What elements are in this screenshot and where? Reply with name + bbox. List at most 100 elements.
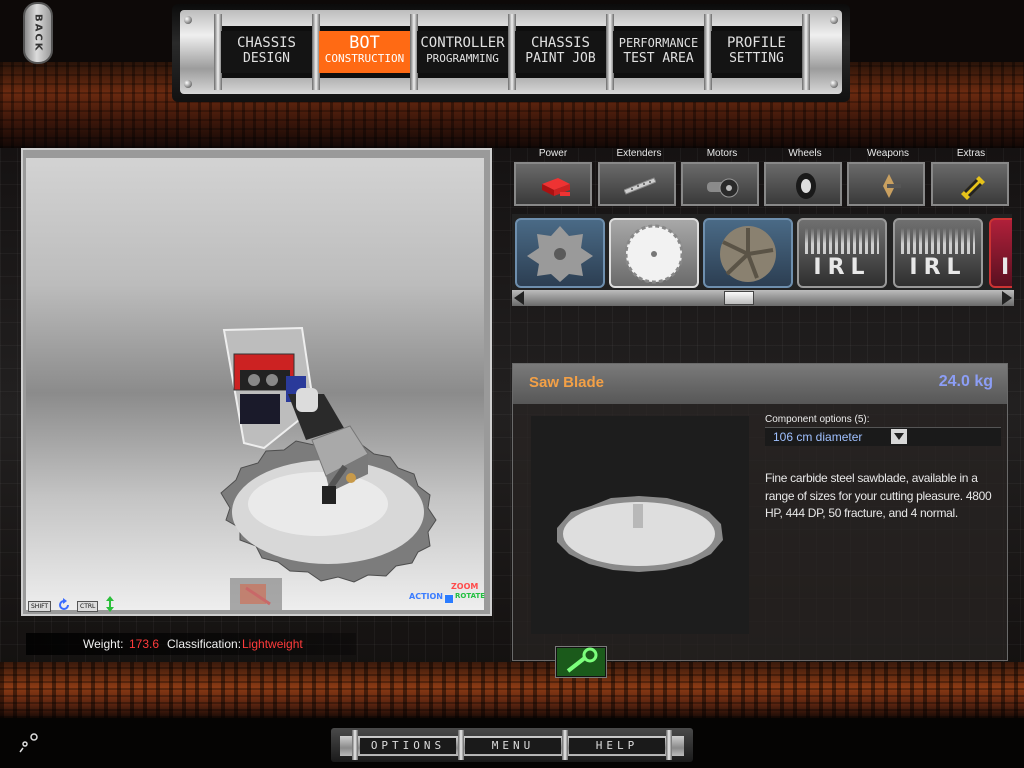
extras-icon [961, 176, 985, 200]
motor-icon [707, 178, 739, 198]
category-power-button[interactable] [514, 162, 592, 206]
bolt-icon [184, 80, 192, 88]
category-label-extenders: Extenders [616, 148, 662, 159]
category-label-power: Power [538, 148, 568, 159]
component-options-label: Component options (5): [765, 414, 870, 425]
back-button-label: BACK [32, 13, 44, 53]
vertical-move-icon [106, 596, 114, 612]
part-item[interactable] [703, 218, 793, 288]
category-label-motors: Motors [706, 148, 738, 159]
chassis-model [222, 326, 344, 450]
background-band-bottom [0, 662, 1024, 718]
battery-icon [542, 178, 570, 196]
bot-status-bar: Weight: 173.6 Classification: Lightweigh… [26, 633, 356, 655]
bolt-icon [830, 16, 838, 24]
equalizer-graphic [805, 228, 879, 254]
scroll-left-arrow-icon[interactable] [514, 291, 524, 305]
tab-label-line1: PERFORMANCE [618, 36, 699, 50]
shift-key-hint: SHIFT [28, 601, 52, 612]
category-label-weapons: Weapons [866, 148, 910, 159]
irl-label: IRL [909, 255, 967, 280]
tab-label-line2: PROGRAMMING [426, 52, 499, 65]
bottom-menu-separator [458, 730, 464, 760]
bot-3d-viewport[interactable] [26, 158, 484, 610]
part-placeholder-icon [240, 584, 271, 606]
zoom-label: ZOOM [451, 582, 479, 591]
category-extenders-button[interactable] [598, 162, 676, 206]
part-weight: 24.0 kg [938, 373, 993, 390]
category-extras-button[interactable] [931, 162, 1009, 206]
bottom-menu-separator [352, 730, 358, 760]
component-option-value: 106 cm diameter [773, 430, 863, 444]
selected-part-thumbnail [230, 578, 282, 610]
bottom-menu-separator [562, 730, 568, 760]
weight-value: 173.6 [129, 637, 160, 651]
bolt-icon [830, 80, 838, 88]
component-options-select[interactable]: 106 cm diameter [765, 427, 1001, 446]
bottom-menu-separator [666, 730, 672, 760]
options-button[interactable]: OPTIONS [360, 738, 456, 754]
tab-controller-programming[interactable]: CONTROLLER PROGRAMMING [417, 31, 508, 73]
menu-button[interactable]: MENU [465, 738, 561, 754]
chevron-down-icon[interactable] [891, 429, 907, 444]
part-item-selected[interactable] [609, 218, 699, 288]
action-label: ACTION [409, 592, 443, 601]
spinner-disc-icon [720, 226, 776, 282]
category-wheels-button[interactable] [764, 162, 842, 206]
irl-label: IRL [813, 255, 871, 280]
category-motors-button[interactable] [681, 162, 759, 206]
wrench-icon [557, 647, 605, 676]
classification-value: Lightweight [242, 637, 303, 651]
part-detail-panel: Saw Blade 24.0 kg Component options (5):… [512, 363, 1008, 678]
category-weapons-button[interactable] [847, 162, 925, 206]
nav-separator [802, 14, 810, 90]
help-button[interactable]: HELP [569, 738, 665, 754]
bot-model [220, 326, 437, 583]
scroll-thumb[interactable] [724, 291, 754, 305]
tab-bot-construction[interactable]: BOT CONSTRUCTION [319, 31, 410, 73]
classification-label: Classification: [167, 637, 242, 651]
parts-carousel: IRL IRL I [512, 214, 1012, 292]
part-item-locked[interactable]: I [989, 218, 1012, 288]
part-name: Saw Blade [529, 374, 605, 391]
parts-scrollbar[interactable] [512, 290, 1014, 306]
wheel-icon [796, 173, 816, 199]
part-item-locked[interactable]: IRL [797, 218, 887, 288]
dropdown-arrow-icon [894, 433, 904, 440]
loading-spinner-icon [19, 733, 38, 753]
rotate-label: ROTATE [455, 592, 486, 600]
tab-label-line2: DESIGN [243, 51, 290, 66]
camera-gizmo-icon[interactable] [444, 594, 454, 604]
ctrl-key-hint: CTRL [77, 601, 99, 612]
tab-label-line2: TEST AREA [623, 51, 694, 66]
part-item-locked[interactable]: IRL [893, 218, 983, 288]
tab-chassis-paint-job[interactable]: CHASSIS PAINT JOB [515, 31, 606, 73]
equalizer-graphic [901, 228, 975, 254]
part-detail-header: Saw Blade 24.0 kg [513, 364, 1007, 404]
tab-profile-setting[interactable]: PROFILE SETTING [711, 31, 802, 73]
tab-label-line2: PAINT JOB [525, 51, 596, 66]
bolt-icon [184, 16, 192, 24]
scroll-right-arrow-icon[interactable] [1002, 291, 1012, 305]
back-button[interactable]: BACK [23, 2, 53, 64]
rotate-arrow-icon [59, 598, 69, 610]
weight-label: Weight: [83, 637, 124, 651]
configure-part-button[interactable] [555, 646, 607, 678]
cutter-blade-icon [527, 226, 593, 282]
part-item[interactable] [515, 218, 605, 288]
tab-label-line1: CONTROLLER [420, 35, 505, 51]
saw-blade-preview-icon [557, 496, 723, 572]
tab-label-line2: CONSTRUCTION [324, 52, 405, 65]
tab-chassis-design[interactable]: CHASSIS DESIGN [221, 31, 312, 73]
tab-label-line1: CHASSIS [236, 35, 296, 51]
weapon-icon [883, 174, 901, 198]
tab-label-line2: SETTING [729, 51, 784, 66]
tab-label-line1: BOT [349, 33, 380, 53]
extender-bar-icon [624, 177, 656, 195]
part-preview [531, 416, 749, 678]
category-label-extras: Extras [956, 148, 986, 159]
tab-performance-test-area[interactable]: PERFORMANCE TEST AREA [613, 31, 704, 73]
tab-label-line1: CHASSIS [530, 35, 590, 51]
part-description: Fine carbide steel sawblade, available i… [765, 471, 992, 520]
tab-label-line1: PROFILE [726, 35, 786, 51]
